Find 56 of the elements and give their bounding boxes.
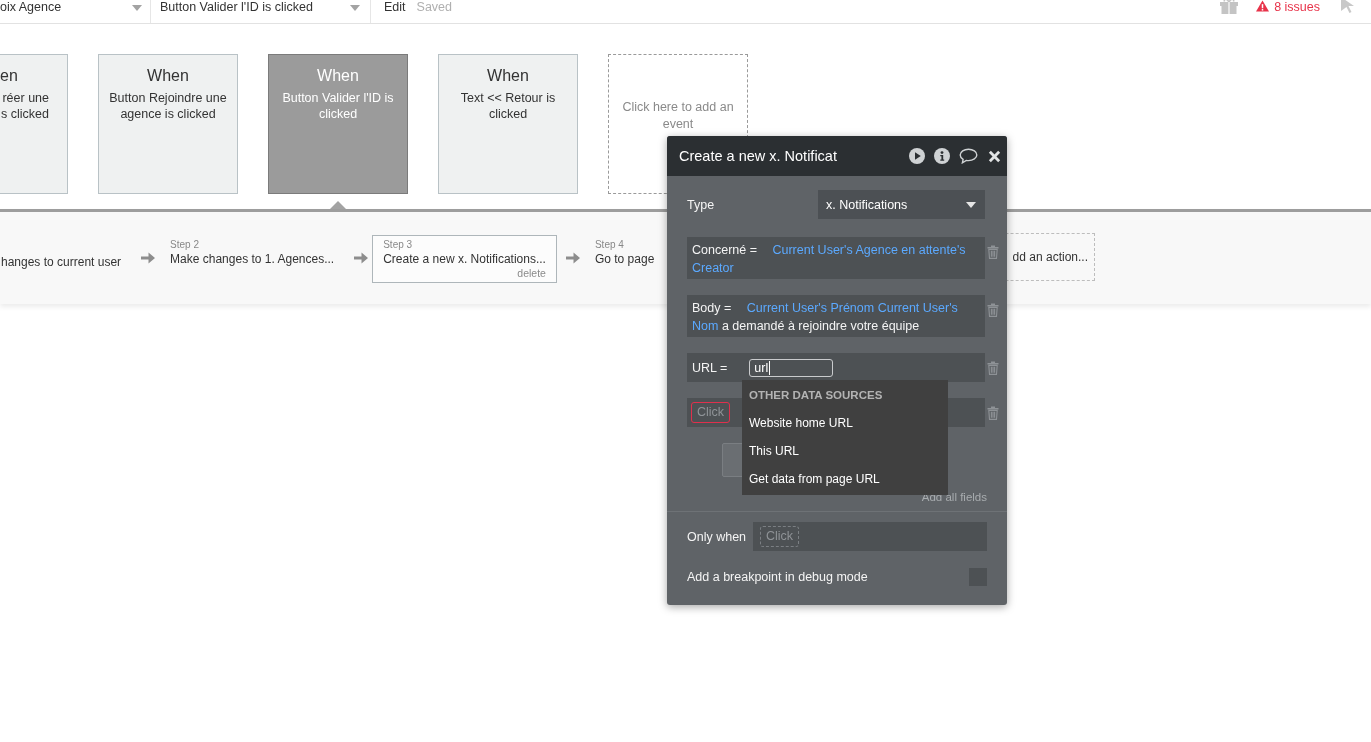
close-icon[interactable] — [988, 149, 1001, 163]
menu-item[interactable]: Website home URL — [749, 409, 941, 437]
action-step[interactable]: Step 2 Make changes to 1. Agences... — [159, 235, 346, 271]
step-text: Go to page — [594, 251, 655, 267]
menu-item[interactable]: Get data from page URL — [749, 465, 941, 493]
step-text: hanges to current user — [1, 254, 122, 270]
step-label: Step 4 — [594, 239, 625, 251]
trash-icon[interactable] — [987, 361, 999, 375]
delete-link[interactable]: delete — [517, 267, 546, 279]
event-title: When — [147, 66, 189, 86]
arrow-icon — [565, 252, 580, 264]
info-icon[interactable] — [934, 148, 950, 164]
event-title: When — [317, 66, 359, 86]
comment-icon[interactable] — [959, 148, 978, 164]
event-title: en — [0, 66, 19, 86]
gift-icon[interactable] — [1219, 0, 1240, 14]
action-step[interactable]: hanges to current user — [0, 235, 133, 274]
field-label: Type — [687, 197, 715, 212]
event-description: Button Rejoindre une agence is clicked — [108, 90, 228, 122]
trash-icon[interactable] — [987, 303, 999, 317]
step-label: Step 2 — [170, 239, 200, 251]
menu-item[interactable]: This URL — [749, 437, 941, 465]
event-description: Button Valider l'ID is clicked — [281, 90, 395, 122]
action-step[interactable]: Step 4 Go to page — [583, 235, 666, 271]
action-step[interactable]: Step 3 Create a new x. Notifications... delete — [372, 235, 557, 283]
arrow-icon — [354, 252, 369, 264]
text-cursor-icon — [769, 360, 771, 375]
expression-field[interactable]: Concerné = Current User's Agence en attente's Creator — [687, 237, 985, 279]
event-description: réer une s clicked — [0, 90, 50, 122]
save-status: Saved — [416, 0, 452, 14]
event-title: When — [487, 66, 529, 86]
arrow-icon — [141, 252, 156, 264]
event-card[interactable]: en réer une s clicked — [0, 54, 68, 194]
field-label: URL = — [692, 360, 728, 375]
url-input[interactable]: url — [749, 358, 834, 377]
edit-menu[interactable]: Edit — [384, 0, 406, 14]
step-text: Make changes to 1. Agences... — [170, 251, 335, 267]
caret-icon — [350, 5, 360, 11]
page-dropdown[interactable]: oix Agence — [0, 0, 151, 23]
type-dropdown[interactable]: x. Notifications — [818, 190, 985, 219]
breakpoint-label: Add a breakpoint in debug mode — [687, 570, 868, 584]
field-label: Only when — [687, 529, 747, 544]
event-card[interactable]: When Text << Retour is clicked — [438, 54, 578, 194]
step-text: Create a new x. Notifications... — [383, 251, 546, 267]
expression-field[interactable]: Body = Current User's Prénom Current User's Nom a demandé à rejoindre votre équipe — [687, 295, 985, 337]
cursor-icon[interactable] — [1340, 0, 1355, 13]
event-dropdown[interactable]: Button Valider l'ID is clicked — [151, 0, 371, 23]
caret-icon — [132, 5, 142, 11]
trash-icon[interactable] — [987, 245, 999, 259]
event-description: Text << Retour is clicked — [459, 90, 557, 122]
event-card[interactable]: When Button Rejoindre une agence is clicked — [98, 54, 238, 194]
menu-heading: OTHER DATA SOURCES — [749, 388, 884, 403]
issues-button[interactable]: 8 issues — [1256, 0, 1320, 14]
step-label: Step 3 — [383, 239, 414, 251]
trash-icon[interactable] — [987, 406, 999, 420]
play-icon[interactable] — [909, 148, 925, 164]
